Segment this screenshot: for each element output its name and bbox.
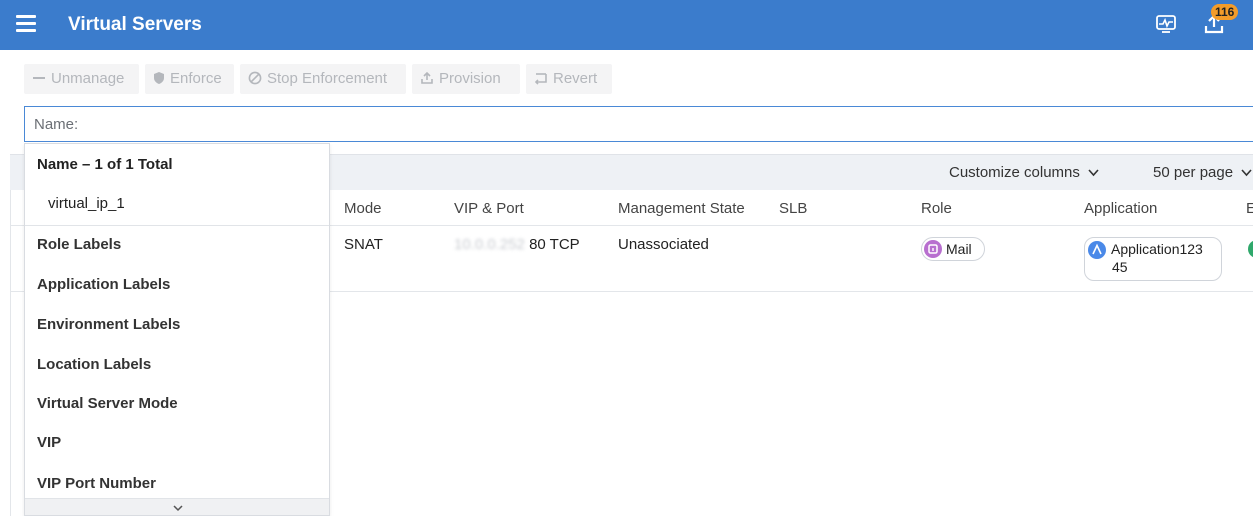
revert-icon	[534, 73, 547, 85]
enforce-button[interactable]: Enforce	[145, 64, 234, 94]
divider	[25, 225, 329, 226]
chevron-down-icon	[1088, 169, 1099, 177]
column-header-management-state[interactable]: Management State	[618, 200, 745, 217]
suggestion-item[interactable]: virtual_ip_1	[48, 195, 125, 212]
column-header-mode[interactable]: Mode	[344, 200, 382, 217]
stop-enforcement-label: Stop Enforcement	[267, 70, 388, 87]
stop-enforcement-button[interactable]: Stop Enforcement	[240, 64, 406, 94]
column-header-application[interactable]: Application	[1084, 200, 1157, 217]
application-label-pill: Application123 45	[1084, 237, 1222, 281]
chevron-down-icon	[1241, 169, 1252, 177]
provision-label: Provision	[439, 70, 501, 87]
per-page-label: 50 per page	[1153, 164, 1234, 181]
monitor-icon[interactable]	[1155, 13, 1177, 40]
unmanage-button[interactable]: Unmanage	[24, 64, 139, 94]
provision-button[interactable]: Provision	[412, 64, 520, 94]
enforce-label: Enforce	[170, 70, 222, 87]
minus-icon	[33, 77, 45, 79]
page-title: Virtual Servers	[68, 14, 202, 35]
role-icon	[924, 240, 942, 258]
role-label-text: Mail	[946, 241, 972, 257]
revert-button[interactable]: Revert	[526, 64, 612, 94]
vip-port: 80 TCP	[529, 236, 580, 253]
column-header-environment[interactable]: E	[1246, 200, 1253, 217]
per-page-select[interactable]: 50 per page	[1153, 164, 1252, 181]
customize-columns-button[interactable]: Customize columns	[949, 164, 1099, 181]
upload-icon	[421, 71, 433, 84]
application-icon	[1088, 241, 1106, 259]
shield-icon	[154, 72, 164, 84]
chevron-down-icon	[173, 505, 183, 512]
environment-label-pill	[1246, 239, 1253, 259]
application-label-line2: 45	[1112, 259, 1128, 275]
column-header-slb[interactable]: SLB	[779, 200, 807, 217]
filter-category-vip[interactable]: VIP	[37, 434, 61, 451]
column-header-vip-port[interactable]: VIP & Port	[454, 200, 524, 217]
vip-address: 10.0.0.252	[454, 236, 525, 253]
notification-badge: 116	[1211, 4, 1239, 20]
scroll-more-button[interactable]	[25, 498, 329, 515]
suggestions-heading: Name – 1 of 1 Total	[37, 156, 173, 173]
cell-management-state: Unassociated	[618, 236, 709, 253]
search-input[interactable]	[25, 107, 1134, 141]
cell-mode: SNAT	[344, 236, 383, 253]
environment-icon	[1248, 240, 1253, 258]
filter-category-environment-labels[interactable]: Environment Labels	[37, 316, 180, 333]
unmanage-label: Unmanage	[51, 70, 125, 87]
revert-label: Revert	[553, 70, 598, 87]
cell-vip-port: 10.0.0.252 80 TCP	[454, 236, 580, 253]
search-suggestions-dropdown: Name – 1 of 1 Total virtual_ip_1 Role La…	[24, 143, 330, 516]
search-bar	[24, 106, 1253, 142]
filter-category-virtual-server-mode[interactable]: Virtual Server Mode	[37, 395, 178, 412]
role-label-pill: Mail	[921, 237, 985, 261]
top-bar: Virtual Servers 116	[0, 0, 1253, 50]
customize-columns-label: Customize columns	[949, 164, 1080, 181]
filter-category-role-labels[interactable]: Role Labels	[37, 236, 121, 253]
column-header-role[interactable]: Role	[921, 200, 952, 217]
filter-category-location-labels[interactable]: Location Labels	[37, 356, 151, 373]
menu-icon[interactable]	[16, 15, 36, 33]
filter-category-vip-port-number[interactable]: VIP Port Number	[37, 475, 156, 492]
prohibit-icon	[248, 71, 262, 85]
filter-category-application-labels[interactable]: Application Labels	[37, 276, 170, 293]
application-label-line1: Application123	[1111, 241, 1203, 257]
